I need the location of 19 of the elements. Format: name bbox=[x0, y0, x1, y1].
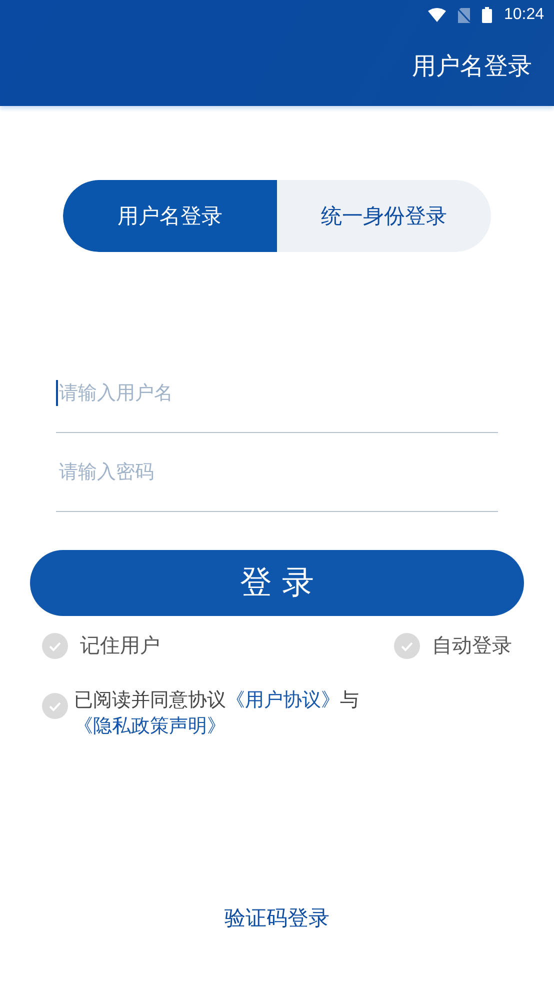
input-field[interactable]: 请输入用户名 bbox=[56, 380, 498, 406]
option-label: 记住用户 bbox=[80, 632, 160, 659]
page-title: 用户名登录 bbox=[412, 51, 532, 82]
agreement-link[interactable]: 《用户协议》 bbox=[226, 689, 340, 711]
wifi-icon bbox=[428, 8, 446, 22]
no-sim-icon bbox=[458, 8, 470, 22]
checkbox[interactable] bbox=[42, 632, 68, 658]
checkbox[interactable] bbox=[394, 632, 420, 658]
checkbox[interactable] bbox=[42, 693, 68, 719]
input-field[interactable]: 请输入密码 bbox=[56, 459, 498, 485]
option-label: 自动登录 bbox=[432, 632, 512, 659]
agreement-link[interactable]: 《隐私政策声明》 bbox=[74, 715, 226, 737]
sms-login-link[interactable]: 验证码登录 bbox=[224, 904, 330, 932]
agreement-text: 已阅读并同意协议《用户协议》与 《隐私政策声明》 bbox=[74, 688, 360, 739]
login-tab[interactable]: 统一身份登录 bbox=[277, 180, 491, 252]
battery-icon bbox=[482, 7, 492, 23]
clock-time: 10:24 bbox=[504, 6, 544, 24]
login-tab[interactable]: 用户名登录 bbox=[63, 180, 277, 252]
login-button[interactable]: 登 录 bbox=[30, 550, 524, 616]
